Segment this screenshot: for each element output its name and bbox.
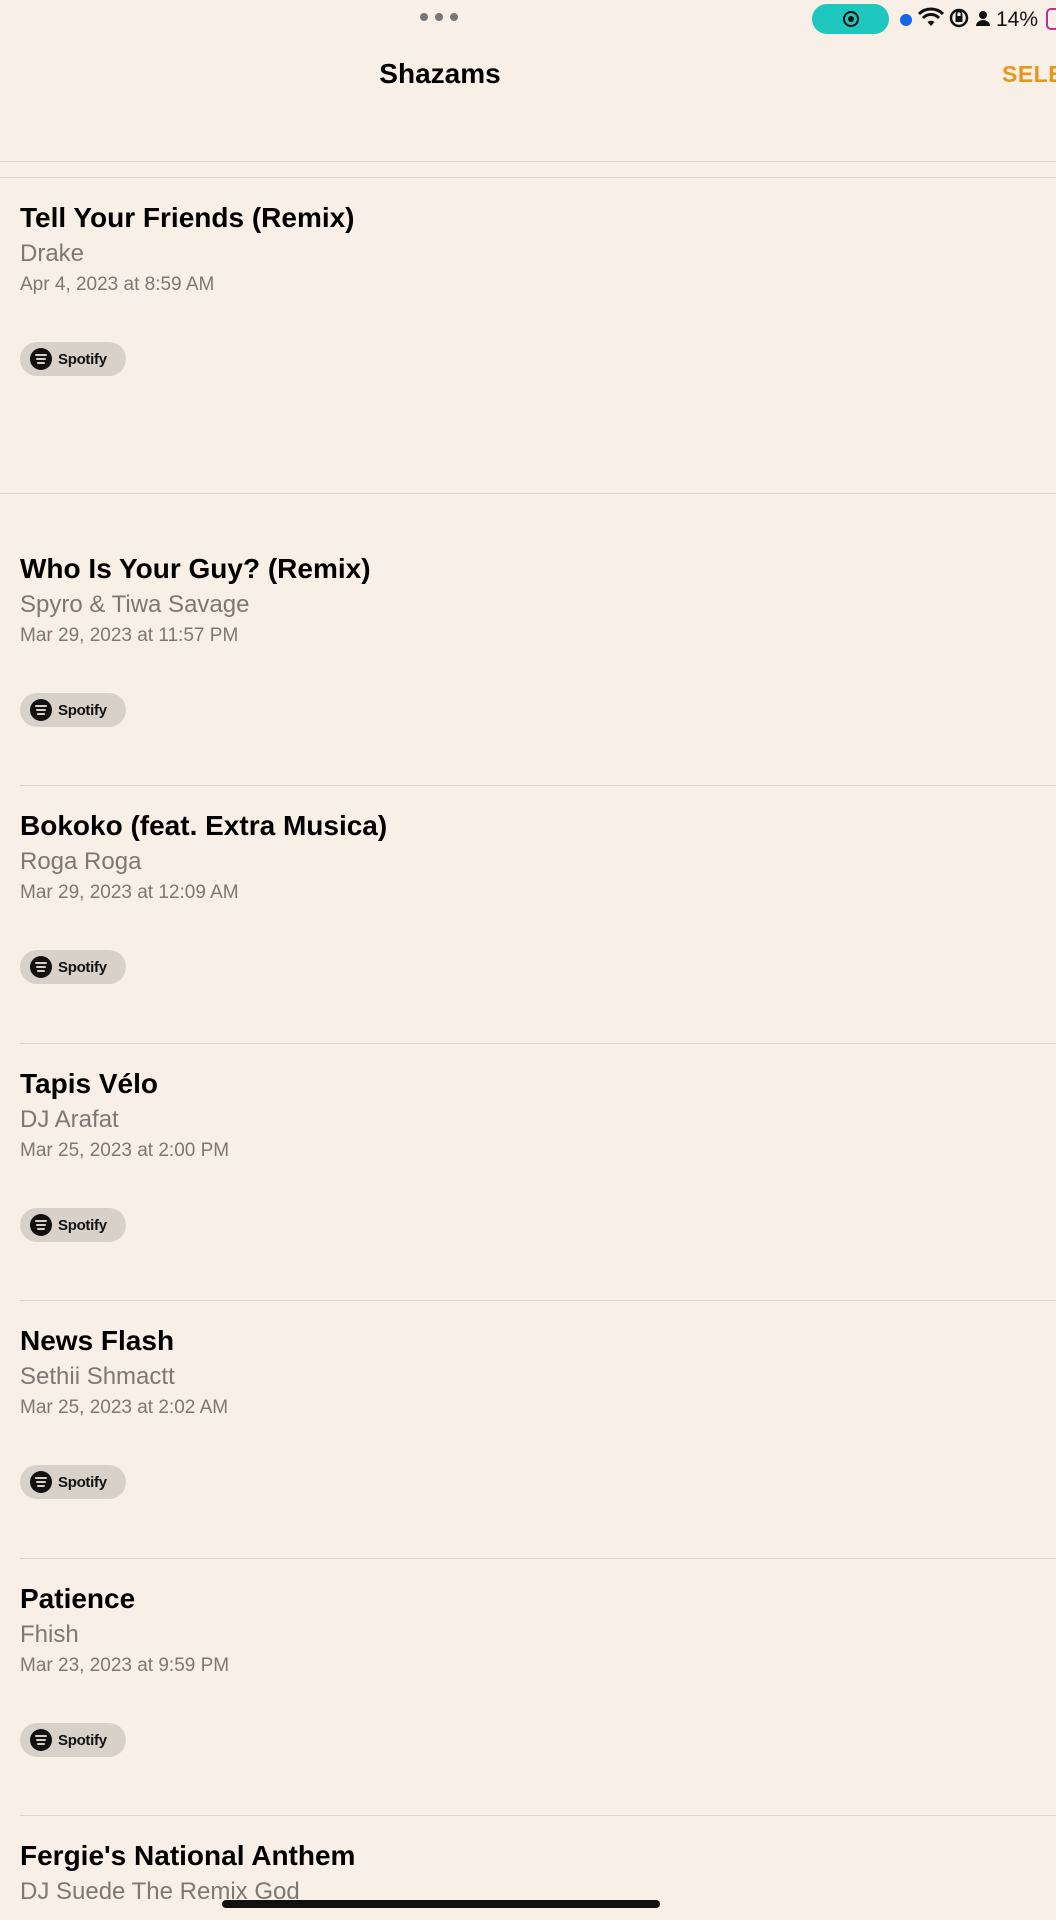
spotify-button[interactable]: Spotify bbox=[20, 950, 126, 984]
divider bbox=[20, 1558, 1056, 1559]
spotify-icon bbox=[30, 1214, 52, 1236]
song-title: News Flash bbox=[20, 1325, 175, 1356]
song-artist: Spyro & Tiwa Savage bbox=[20, 591, 250, 618]
more-dots-icon[interactable] bbox=[420, 13, 458, 21]
mic-indicator-icon bbox=[900, 14, 912, 26]
song-artist: DJ Arafat bbox=[20, 1106, 119, 1133]
divider bbox=[20, 1300, 1056, 1301]
battery-icon bbox=[1046, 8, 1056, 30]
song-date: Mar 29, 2023 at 11:57 PM bbox=[20, 625, 239, 646]
select-button[interactable]: SELE bbox=[1002, 58, 1056, 90]
song-title: Patience bbox=[20, 1583, 136, 1614]
song-title: Fergie's National Anthem bbox=[20, 1840, 356, 1871]
spotify-button[interactable]: Spotify bbox=[20, 1723, 126, 1757]
spotify-button[interactable]: Spotify bbox=[20, 342, 126, 376]
song-artist: Roga Roga bbox=[20, 848, 142, 875]
orientation-lock-icon bbox=[948, 6, 970, 37]
spotify-icon bbox=[30, 1729, 52, 1751]
spotify-label: Spotify bbox=[58, 1473, 107, 1491]
song-artist: Fhish bbox=[20, 1621, 79, 1648]
song-date: Apr 4, 2023 at 8:59 AM bbox=[20, 274, 215, 295]
song-artist: Sethii Shmactt bbox=[20, 1363, 175, 1390]
spotify-icon bbox=[30, 956, 52, 978]
spotify-icon bbox=[30, 348, 52, 370]
person-icon bbox=[974, 6, 992, 37]
divider bbox=[0, 493, 1056, 494]
song-title: Tell Your Friends (Remix) bbox=[20, 202, 355, 233]
song-title: Tapis Vélo bbox=[20, 1068, 158, 1099]
spotify-label: Spotify bbox=[58, 1216, 107, 1234]
song-date: Mar 25, 2023 at 2:00 PM bbox=[20, 1140, 230, 1161]
song-title: Who Is Your Guy? (Remix) bbox=[20, 553, 371, 584]
spotify-label: Spotify bbox=[58, 958, 107, 976]
status-bar: 14% bbox=[0, 0, 1056, 40]
song-date: Mar 29, 2023 at 12:09 AM bbox=[20, 882, 239, 903]
song-date: Mar 23, 2023 at 9:59 PM bbox=[20, 1655, 230, 1676]
spotify-button[interactable]: Spotify bbox=[20, 693, 126, 727]
song-date: Mar 25, 2023 at 2:02 AM bbox=[20, 1397, 229, 1418]
spotify-icon bbox=[30, 699, 52, 721]
spotify-button[interactable]: Spotify bbox=[20, 1208, 126, 1242]
divider bbox=[0, 177, 1056, 178]
spotify-button[interactable]: Spotify bbox=[20, 1465, 126, 1499]
divider bbox=[0, 161, 1056, 162]
spotify-label: Spotify bbox=[58, 1731, 107, 1749]
spotify-label: Spotify bbox=[58, 701, 107, 719]
divider bbox=[20, 785, 1056, 786]
spotify-icon bbox=[30, 1471, 52, 1493]
divider bbox=[20, 1815, 1056, 1816]
song-artist: Drake bbox=[20, 240, 85, 267]
page-title: Shazams bbox=[379, 58, 501, 89]
screen-record-icon[interactable] bbox=[812, 4, 889, 34]
wifi-icon bbox=[917, 6, 945, 37]
battery-percent: 14% bbox=[996, 8, 1039, 31]
spotify-label: Spotify bbox=[58, 350, 107, 368]
song-title: Bokoko (feat. Extra Musica) bbox=[20, 810, 388, 841]
divider bbox=[20, 1043, 1056, 1044]
home-indicator[interactable] bbox=[222, 1900, 660, 1908]
